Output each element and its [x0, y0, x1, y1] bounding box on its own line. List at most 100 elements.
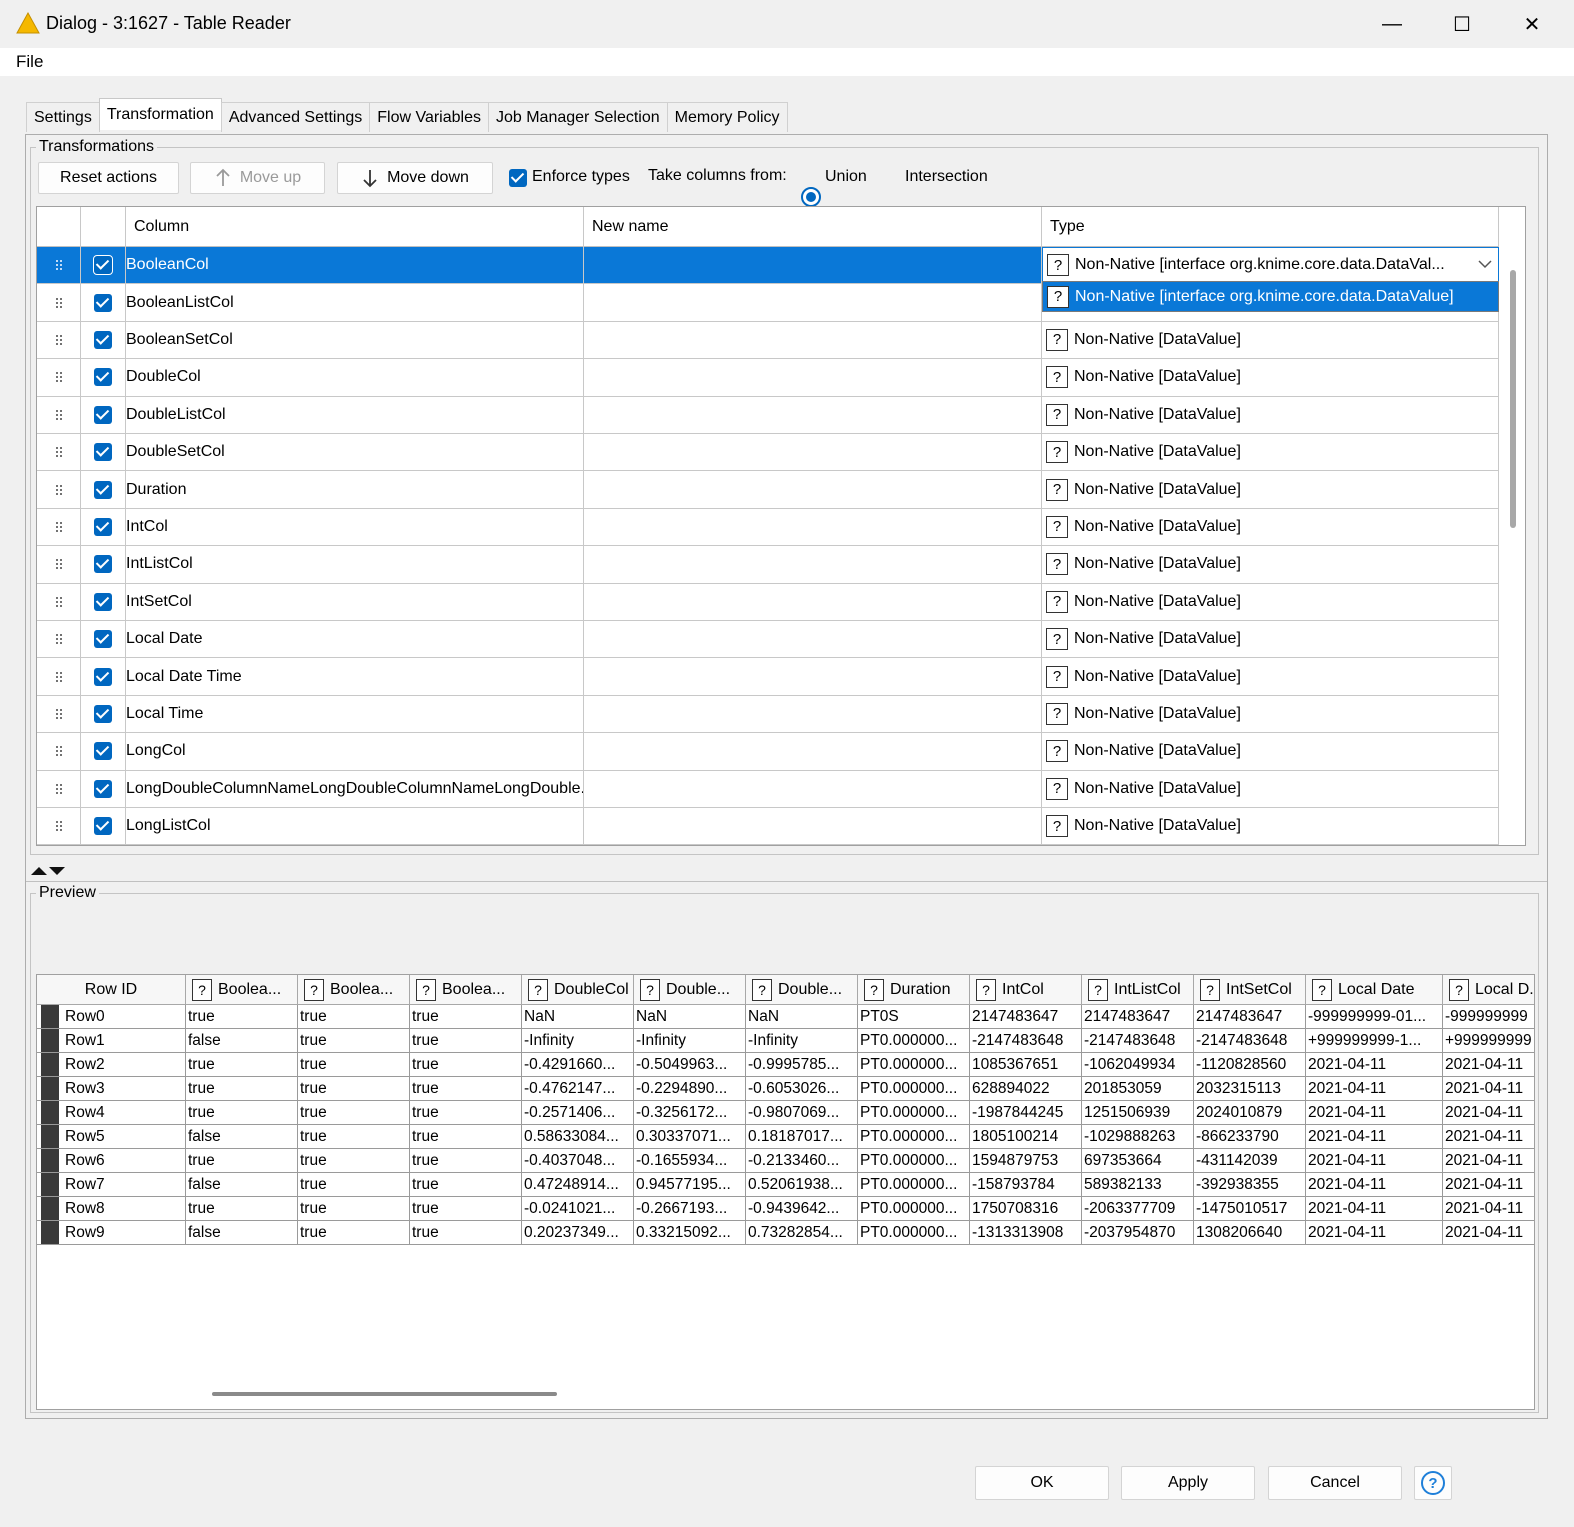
table-row[interactable]: LongCol? Non-Native [DataValue] — [37, 733, 1499, 771]
row-id-header[interactable]: Row ID — [37, 975, 186, 1005]
row-grip[interactable] — [37, 471, 81, 508]
splitter[interactable] — [26, 858, 1547, 882]
new-name-cell[interactable] — [584, 583, 1042, 620]
type-cell[interactable]: ? Non-Native [DataValue] — [1042, 546, 1499, 583]
table-row[interactable]: Duration? Non-Native [DataValue] — [37, 471, 1499, 509]
type-cell[interactable]: ? Non-Native [DataValue] — [1042, 583, 1499, 620]
tab-flow-variables[interactable]: Flow Variables — [369, 102, 489, 132]
include-column-checkbox[interactable] — [94, 817, 112, 836]
new-name-cell[interactable] — [584, 621, 1042, 658]
row-grip[interactable] — [37, 658, 81, 695]
minimize-button[interactable]: — — [1357, 0, 1427, 48]
row-grip[interactable] — [37, 621, 81, 658]
move-up-button[interactable]: Move up — [190, 162, 325, 194]
table-row[interactable]: IntSetCol? Non-Native [DataValue] — [37, 583, 1499, 621]
row-grip[interactable] — [37, 808, 81, 845]
type-cell[interactable]: ? Non-Native [DataValue] — [1042, 471, 1499, 508]
row-grip[interactable] — [37, 359, 81, 396]
type-dropdown-option[interactable]: ? Non-Native [interface org.knime.core.d… — [1042, 281, 1499, 312]
row-grip[interactable] — [37, 321, 81, 359]
cancel-button[interactable]: Cancel — [1268, 1466, 1402, 1500]
tab-advanced-settings[interactable]: Advanced Settings — [220, 102, 371, 132]
row-grip[interactable] — [37, 770, 81, 807]
tab-settings[interactable]: Settings — [26, 102, 100, 132]
type-cell[interactable]: ? Non-Native [DataValue] — [1042, 770, 1499, 807]
row-grip[interactable] — [37, 733, 81, 770]
help-button[interactable]: ? — [1414, 1466, 1452, 1500]
table-row[interactable]: LongListCol? Non-Native [DataValue] — [37, 808, 1499, 845]
new-name-cell[interactable] — [584, 808, 1042, 845]
table-row[interactable]: IntListCol? Non-Native [DataValue] — [37, 546, 1499, 584]
preview-column-header[interactable]: ? Boolea... — [298, 975, 410, 1005]
preview-column-header[interactable]: ? Double... — [634, 975, 746, 1005]
preview-column-header[interactable]: ? IntListCol — [1082, 975, 1194, 1005]
ok-button[interactable]: OK — [975, 1466, 1109, 1500]
menu-file[interactable]: File — [16, 52, 43, 72]
table-row[interactable]: Local Date Time? Non-Native [DataValue] — [37, 658, 1499, 696]
type-cell[interactable]: ? Non-Native [DataValue] — [1042, 621, 1499, 658]
new-name-cell[interactable] — [584, 359, 1042, 396]
close-button[interactable]: ✕ — [1497, 0, 1567, 48]
new-name-cell[interactable] — [584, 695, 1042, 733]
new-name-cell[interactable] — [584, 508, 1042, 546]
type-cell[interactable]: ? Non-Native [interface org.knime.core.da… — [1042, 247, 1499, 284]
preview-column-header[interactable]: ? Local Date — [1306, 975, 1443, 1005]
new-name-cell[interactable] — [584, 247, 1042, 284]
new-name-cell[interactable] — [584, 658, 1042, 695]
preview-column-header[interactable]: ? DoubleCol — [522, 975, 634, 1005]
row-grip[interactable] — [37, 247, 81, 284]
row-grip[interactable] — [37, 583, 81, 620]
new-name-header[interactable]: New name — [584, 207, 1042, 247]
new-name-cell[interactable] — [584, 546, 1042, 583]
new-name-cell[interactable] — [584, 770, 1042, 807]
preview-column-header[interactable]: ? Double... — [746, 975, 858, 1005]
row-grip[interactable] — [37, 396, 81, 433]
preview-column-header[interactable]: ? Duration — [858, 975, 970, 1005]
row-grip[interactable] — [37, 434, 81, 471]
table-row[interactable]: BooleanSetCol? Non-Native [DataValue] — [37, 321, 1499, 360]
preview-column-header[interactable]: ? Local D... — [1443, 975, 1534, 1005]
new-name-cell[interactable] — [584, 321, 1042, 359]
include-column-checkbox[interactable] — [94, 704, 112, 723]
new-name-cell[interactable] — [584, 284, 1042, 321]
type-cell[interactable]: ? Non-Native [DataValue] — [1042, 695, 1499, 733]
preview-column-header[interactable]: ? IntCol — [970, 975, 1082, 1005]
preview-column-header[interactable]: ? Boolea... — [186, 975, 298, 1005]
include-column-checkbox[interactable] — [94, 779, 112, 798]
row-grip[interactable] — [37, 284, 81, 321]
new-name-cell[interactable] — [584, 396, 1042, 433]
tab-job-manager-selection[interactable]: Job Manager Selection — [487, 102, 668, 132]
table-row[interactable]: DoubleListCol? Non-Native [DataValue] — [37, 396, 1499, 434]
include-column-checkbox[interactable] — [93, 255, 113, 276]
include-column-checkbox[interactable] — [94, 555, 112, 574]
table-row[interactable]: BooleanCol? Non-Native [interface org.kni… — [37, 247, 1499, 285]
preview-column-header[interactable]: ? Boolea... — [410, 975, 522, 1005]
include-column-checkbox[interactable] — [94, 368, 112, 387]
union-radio[interactable] — [801, 187, 821, 207]
enforce-types-checkbox[interactable] — [509, 169, 527, 187]
row-grip[interactable] — [37, 508, 81, 546]
new-name-cell[interactable] — [584, 471, 1042, 508]
row-grip[interactable] — [37, 546, 81, 583]
table-row[interactable]: DoubleSetCol? Non-Native [DataValue] — [37, 434, 1499, 472]
row-grip[interactable] — [37, 695, 81, 733]
horizontal-scrollbar[interactable] — [212, 1392, 557, 1396]
include-column-checkbox[interactable] — [94, 405, 112, 424]
tab-transformation[interactable]: Transformation — [98, 98, 222, 130]
include-column-checkbox[interactable] — [94, 480, 112, 499]
type-cell[interactable]: ? Non-Native [DataValue] — [1042, 359, 1499, 396]
vertical-scrollbar[interactable] — [1510, 270, 1516, 528]
table-row[interactable]: IntCol? Non-Native [DataValue] — [37, 508, 1499, 547]
include-column-checkbox[interactable] — [94, 592, 112, 611]
column-header[interactable]: Column — [126, 207, 584, 247]
type-cell[interactable]: ? Non-Native [DataValue] — [1042, 658, 1499, 695]
include-column-checkbox[interactable] — [94, 517, 112, 536]
type-cell[interactable]: ? Non-Native [DataValue] — [1042, 808, 1499, 845]
table-row[interactable]: LongDoubleColumnNameLongDoubleColumnName… — [37, 770, 1499, 808]
table-row[interactable]: Local Time? Non-Native [DataValue] — [37, 695, 1499, 734]
type-cell[interactable]: ? Non-Native [DataValue] — [1042, 733, 1499, 770]
type-cell[interactable]: ? Non-Native [DataValue] — [1042, 321, 1499, 359]
move-down-button[interactable]: Move down — [337, 162, 493, 194]
type-cell[interactable]: ? Non-Native [DataValue] — [1042, 396, 1499, 433]
table-row[interactable]: Local Date? Non-Native [DataValue] — [37, 621, 1499, 659]
